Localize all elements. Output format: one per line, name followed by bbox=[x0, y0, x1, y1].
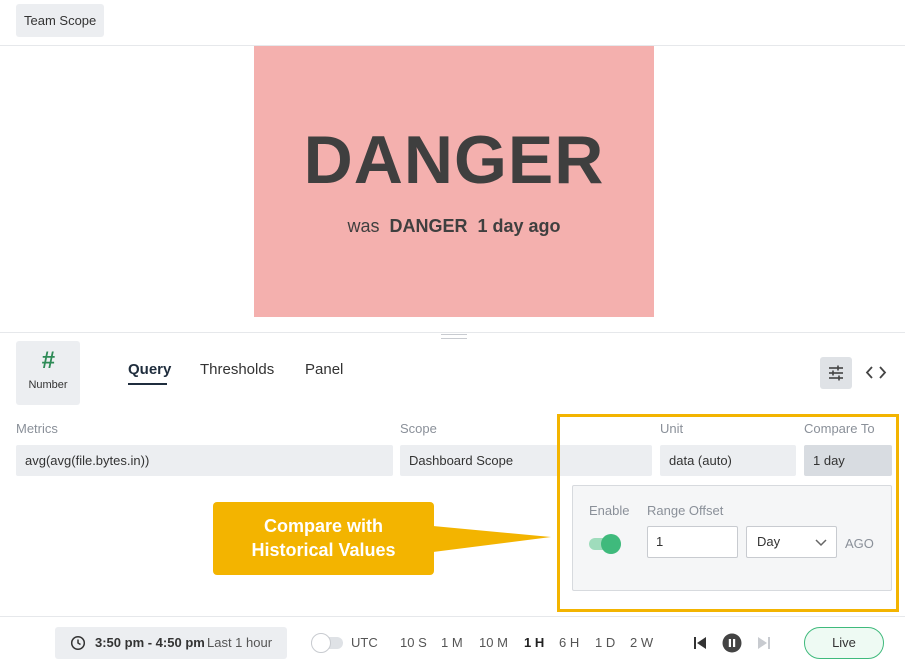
callout-line-1: Compare with bbox=[263, 516, 383, 536]
sliders-icon bbox=[829, 365, 843, 381]
callout-line-2: Historical Values bbox=[251, 540, 396, 560]
callout-annotation: Compare with Historical Values bbox=[213, 502, 434, 575]
compare-value: DANGER bbox=[389, 216, 468, 236]
range-option-1m[interactable]: 1 M bbox=[441, 635, 463, 650]
enable-label: Enable bbox=[589, 503, 630, 518]
offset-unit-select[interactable]: Day bbox=[746, 526, 837, 558]
range-option-1d[interactable]: 1 D bbox=[595, 635, 615, 650]
metrics-field[interactable]: avg(avg(file.bytes.in)) bbox=[16, 445, 393, 476]
skip-back-icon[interactable] bbox=[690, 633, 710, 653]
pause-icon[interactable] bbox=[722, 633, 742, 653]
enable-toggle[interactable] bbox=[589, 534, 621, 554]
range-offset-label: Range Offset bbox=[647, 503, 724, 518]
range-offset-input[interactable]: 1 bbox=[647, 526, 738, 558]
settings-button[interactable] bbox=[820, 357, 852, 389]
range-option-6h[interactable]: 6 H bbox=[559, 635, 579, 650]
tab-thresholds[interactable]: Thresholds bbox=[200, 361, 274, 379]
skip-forward-icon[interactable] bbox=[754, 633, 774, 653]
toggle-knob bbox=[601, 534, 621, 554]
big-value: DANGER bbox=[303, 122, 605, 198]
code-view-button[interactable] bbox=[860, 357, 892, 389]
live-button[interactable]: Live bbox=[804, 627, 884, 659]
time-range-last: Last 1 hour bbox=[207, 635, 273, 650]
hash-icon: # bbox=[41, 347, 55, 374]
time-range-text: 3:50 pm - 4:50 pm bbox=[95, 635, 205, 650]
number-preview-panel: DANGER was DANGER 1 day ago bbox=[254, 46, 654, 317]
top-bar: Team Scope bbox=[0, 0, 905, 46]
compare-ago: 1 day ago bbox=[477, 216, 561, 236]
active-tab-indicator bbox=[128, 383, 167, 385]
utc-toggle-knob bbox=[311, 633, 331, 653]
code-brackets-icon bbox=[865, 366, 887, 379]
range-option-10s[interactable]: 10 S bbox=[400, 635, 427, 650]
compare-prefix: was bbox=[347, 216, 380, 236]
compare-line: was DANGER 1 day ago bbox=[254, 215, 654, 237]
offset-unit-value: Day bbox=[757, 534, 781, 549]
visualization-label: Number bbox=[28, 379, 68, 391]
utc-label: UTC bbox=[351, 635, 378, 650]
ago-label: AGO bbox=[845, 536, 874, 551]
time-range-picker[interactable]: 3:50 pm - 4:50 pm Last 1 hour bbox=[55, 627, 287, 659]
tab-query[interactable]: Query bbox=[128, 361, 171, 379]
metrics-label: Metrics bbox=[16, 421, 58, 436]
range-option-2w[interactable]: 2 W bbox=[630, 635, 653, 650]
range-option-10m[interactable]: 10 M bbox=[479, 635, 508, 650]
callout-pointer bbox=[433, 526, 551, 552]
resize-handle[interactable] bbox=[441, 334, 467, 339]
clock-icon bbox=[70, 635, 86, 651]
tab-panel[interactable]: Panel bbox=[305, 361, 343, 379]
range-option-1h[interactable]: 1 H bbox=[524, 635, 544, 650]
chevron-down-icon bbox=[815, 539, 827, 547]
utc-toggle[interactable] bbox=[311, 633, 343, 653]
split-divider bbox=[0, 332, 905, 333]
scope-label: Scope bbox=[400, 421, 437, 436]
team-scope-chip[interactable]: Team Scope bbox=[16, 4, 105, 37]
visualization-type-button[interactable]: # Number bbox=[16, 341, 80, 405]
